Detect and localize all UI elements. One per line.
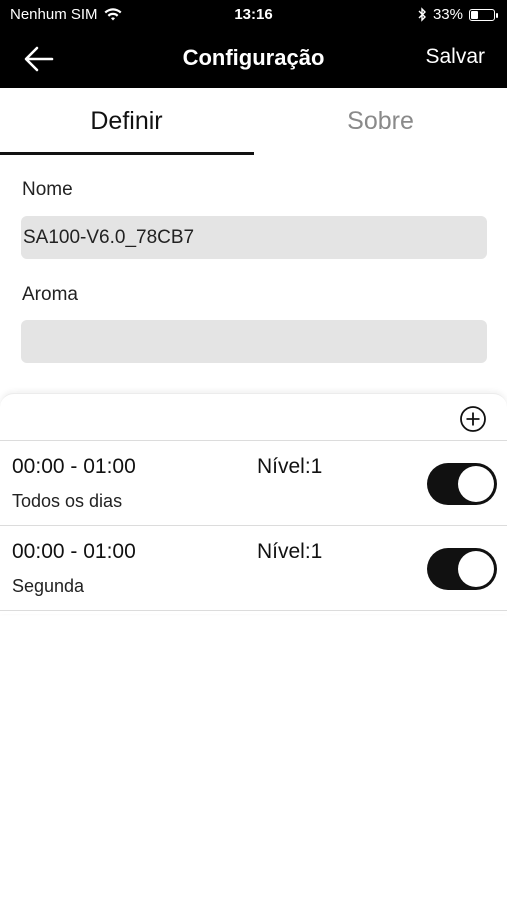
- active-tab-indicator: [0, 152, 254, 155]
- tab-definir[interactable]: Definir: [0, 88, 253, 154]
- battery-icon: [469, 8, 498, 21]
- divider: [0, 610, 507, 611]
- battery-fill: [471, 10, 478, 19]
- schedule-time-range: 00:00 - 01:00: [12, 540, 136, 563]
- schedule-time-range: 00:00 - 01:00: [12, 455, 136, 478]
- status-right-group: 33%: [417, 6, 498, 23]
- schedule-toggle[interactable]: [427, 463, 497, 505]
- schedule-row[interactable]: 00:00 - 01:00 Nível:1 Segunda: [0, 526, 507, 610]
- aroma-label: Aroma: [22, 284, 78, 305]
- plus-circle-icon[interactable]: [459, 405, 487, 433]
- toggle-knob: [458, 466, 494, 502]
- name-label: Nome: [22, 179, 73, 200]
- schedule-days: Todos os dias: [12, 491, 123, 511]
- status-bar: Nenhum SIM 13:16 33%: [0, 0, 507, 30]
- toggle-knob: [458, 551, 494, 587]
- aroma-field[interactable]: [21, 320, 487, 363]
- tab-bar: Definir Sobre: [0, 88, 507, 154]
- schedule-toggle[interactable]: [427, 548, 497, 590]
- tab-sobre[interactable]: Sobre: [254, 88, 507, 154]
- save-button[interactable]: Salvar: [425, 45, 485, 69]
- bluetooth-icon: [418, 7, 426, 22]
- name-field[interactable]: [21, 216, 487, 259]
- schedule-days: Segunda: [12, 576, 85, 596]
- schedule-row[interactable]: 00:00 - 01:00 Nível:1 Todos os dias: [0, 441, 507, 525]
- schedule-level: Nível:1: [257, 540, 323, 563]
- navigation-bar: Configuração Salvar: [0, 30, 507, 88]
- schedule-level: Nível:1: [257, 455, 323, 478]
- schedule-list: 00:00 - 01:00 Nível:1 Todos os dias 00:0…: [0, 393, 507, 614]
- battery-percent: 33%: [432, 6, 463, 23]
